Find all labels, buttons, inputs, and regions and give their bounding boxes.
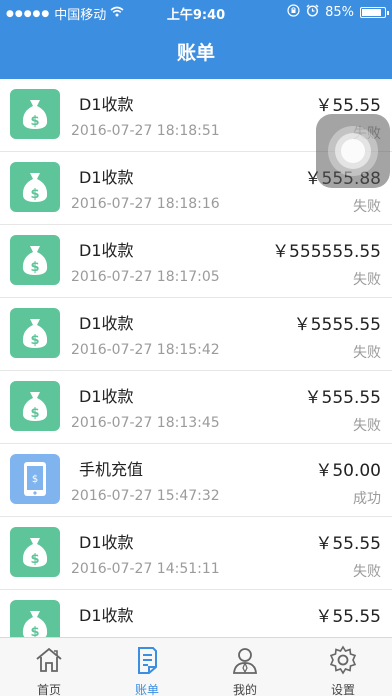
bill-time: 2016-07-27 18:13:45	[71, 415, 220, 431]
money-bag-icon: $	[10, 235, 60, 285]
bill-name: 手机充值	[79, 460, 144, 479]
svg-text:$: $	[30, 114, 39, 129]
tab-label: 首页	[36, 683, 61, 696]
svg-text:$: $	[32, 474, 38, 485]
bill-status: 失败	[353, 272, 381, 288]
svg-text:$: $	[30, 260, 39, 275]
tab-home[interactable]: 首页	[0, 638, 98, 696]
bill-amount: ￥5555.55	[293, 315, 381, 335]
bill-name: D1收款	[79, 314, 134, 333]
status-bar: ●●●●● 中国移动 上午9:40 85%	[0, 0, 392, 24]
bill-row[interactable]: $ D1收款 ￥55.55	[0, 590, 392, 637]
svg-text:$: $	[30, 333, 39, 348]
bill-amount: ￥55.55	[315, 607, 381, 627]
bill-amount: ￥55.55	[315, 96, 381, 116]
bill-name: D1收款	[79, 387, 134, 406]
money-bag-icon: $	[10, 308, 60, 358]
bill-name: D1收款	[79, 168, 134, 187]
status-bar-right: 85%	[287, 4, 389, 21]
tab-gear[interactable]: 设置	[294, 638, 392, 696]
bill-time: 2016-07-27 18:17:05	[71, 269, 220, 285]
bill-name: D1收款	[79, 241, 134, 260]
bill-amount: ￥55.55	[315, 534, 381, 554]
bill-amount: ￥50.00	[315, 461, 381, 481]
money-bag-icon: $	[10, 89, 60, 139]
bill-name: D1收款	[79, 95, 134, 114]
bill-time: 2016-07-27 18:18:51	[71, 123, 220, 139]
bill-row[interactable]: $ D1收款 2016-07-27 18:17:05 ￥555555.55 失败	[0, 225, 392, 298]
money-bag-icon: $	[10, 381, 60, 431]
money-bag-icon: $	[10, 162, 60, 212]
bill-amount: ￥555555.55	[272, 242, 381, 262]
money-bag-icon: $	[10, 600, 60, 637]
bill-status: 失败	[353, 418, 381, 434]
svg-text:$: $	[30, 552, 39, 567]
svg-text:$: $	[30, 625, 39, 637]
bill-status: 失败	[353, 564, 381, 580]
bill-time: 2016-07-27 14:51:11	[71, 561, 220, 577]
phone-recharge-icon: $	[10, 454, 60, 504]
bill-status: 成功	[353, 491, 381, 507]
bill-status: 失败	[353, 199, 381, 215]
nav-bar: 账单	[0, 24, 392, 79]
tab-bar: 首页 账单 我的 设置	[0, 637, 392, 696]
bill-row[interactable]: $ 手机充值 2016-07-27 15:47:32 ￥50.00 成功	[0, 444, 392, 517]
bill-name: D1收款	[79, 533, 134, 552]
bill-status: 失败	[353, 345, 381, 361]
battery-icon	[360, 7, 389, 18]
tab-label: 设置	[330, 683, 355, 696]
bill-time: 2016-07-27 18:15:42	[71, 342, 220, 358]
battery-percent: 85%	[325, 5, 354, 20]
bill-time: 2016-07-27 18:18:16	[71, 196, 220, 212]
svg-text:$: $	[30, 187, 39, 202]
tab-label: 我的	[232, 683, 257, 696]
alarm-icon	[306, 4, 319, 21]
assistive-touch-button[interactable]	[316, 114, 390, 188]
money-bag-icon: $	[10, 527, 60, 577]
bill-time: 2016-07-27 15:47:32	[71, 488, 220, 504]
tab-label: 账单	[134, 683, 159, 696]
bill-row[interactable]: $ D1收款 2016-07-27 18:13:45 ￥555.55 失败	[0, 371, 392, 444]
page-title: 账单	[176, 42, 215, 64]
tab-bill[interactable]: 账单	[98, 638, 196, 696]
bill-amount: ￥555.55	[304, 388, 381, 408]
bill-row[interactable]: $ D1收款 2016-07-27 14:51:11 ￥55.55 失败	[0, 517, 392, 590]
bill-row[interactable]: $ D1收款 2016-07-27 18:15:42 ￥5555.55 失败	[0, 298, 392, 371]
bill-name: D1收款	[79, 606, 134, 625]
svg-text:$: $	[30, 406, 39, 421]
rotation-lock-icon	[287, 4, 300, 21]
tab-user[interactable]: 我的	[196, 638, 294, 696]
